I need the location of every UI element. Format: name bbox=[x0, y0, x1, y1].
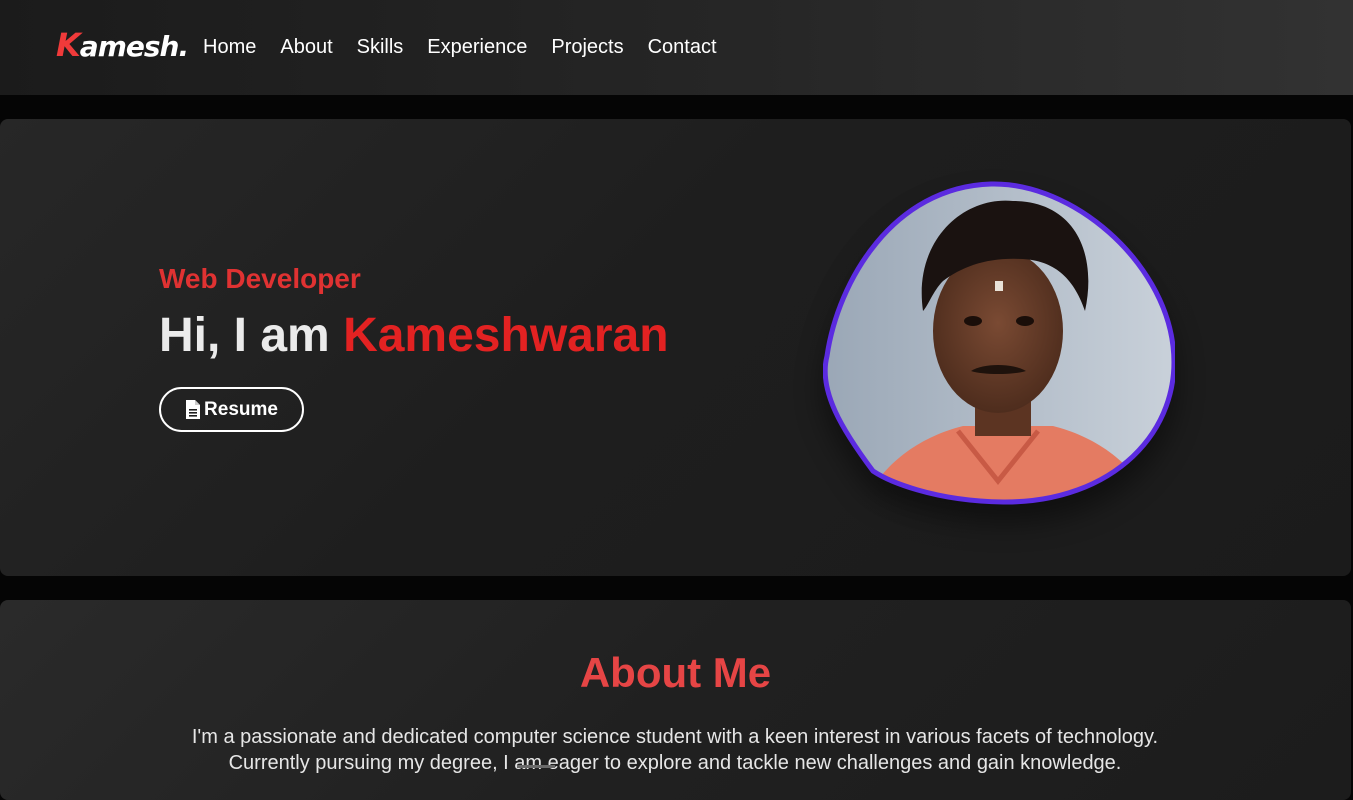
nav-link-experience[interactable]: Experience bbox=[427, 35, 527, 59]
main-nav: Home About Skills Experience Projects Co… bbox=[203, 35, 717, 59]
logo-initial: K bbox=[56, 26, 81, 64]
navbar: Kamesh. Home About Skills Experience Pro… bbox=[0, 0, 1353, 95]
file-icon bbox=[185, 400, 201, 419]
nav-link-about[interactable]: About bbox=[280, 35, 332, 59]
logo-rest: amesh. bbox=[79, 30, 189, 63]
logo[interactable]: Kamesh. bbox=[56, 26, 189, 64]
about-section: About Me I'm a passionate and dedicated … bbox=[0, 600, 1351, 800]
about-title: About Me bbox=[579, 649, 772, 696]
profile-photo bbox=[823, 181, 1175, 505]
resume-button[interactable]: Resume bbox=[159, 387, 304, 432]
hero-heading: Hi, I am Kameshwaran bbox=[159, 308, 669, 364]
nav-link-home[interactable]: Home bbox=[203, 35, 256, 59]
resume-label: Resume bbox=[204, 398, 278, 420]
hero-section: Web Developer Hi, I am Kameshwaran Resum… bbox=[0, 119, 1351, 576]
hero-greeting: Hi, I am bbox=[159, 309, 330, 362]
nav-link-contact[interactable]: Contact bbox=[648, 35, 717, 59]
about-text: I'm a passionate and dedicated computer … bbox=[191, 726, 1159, 774]
nav-link-skills[interactable]: Skills bbox=[357, 35, 404, 59]
nav-link-projects[interactable]: Projects bbox=[551, 35, 623, 59]
hero-name: Kameshwaran bbox=[343, 309, 669, 362]
hero-subtitle: Web Developer bbox=[159, 263, 361, 294]
